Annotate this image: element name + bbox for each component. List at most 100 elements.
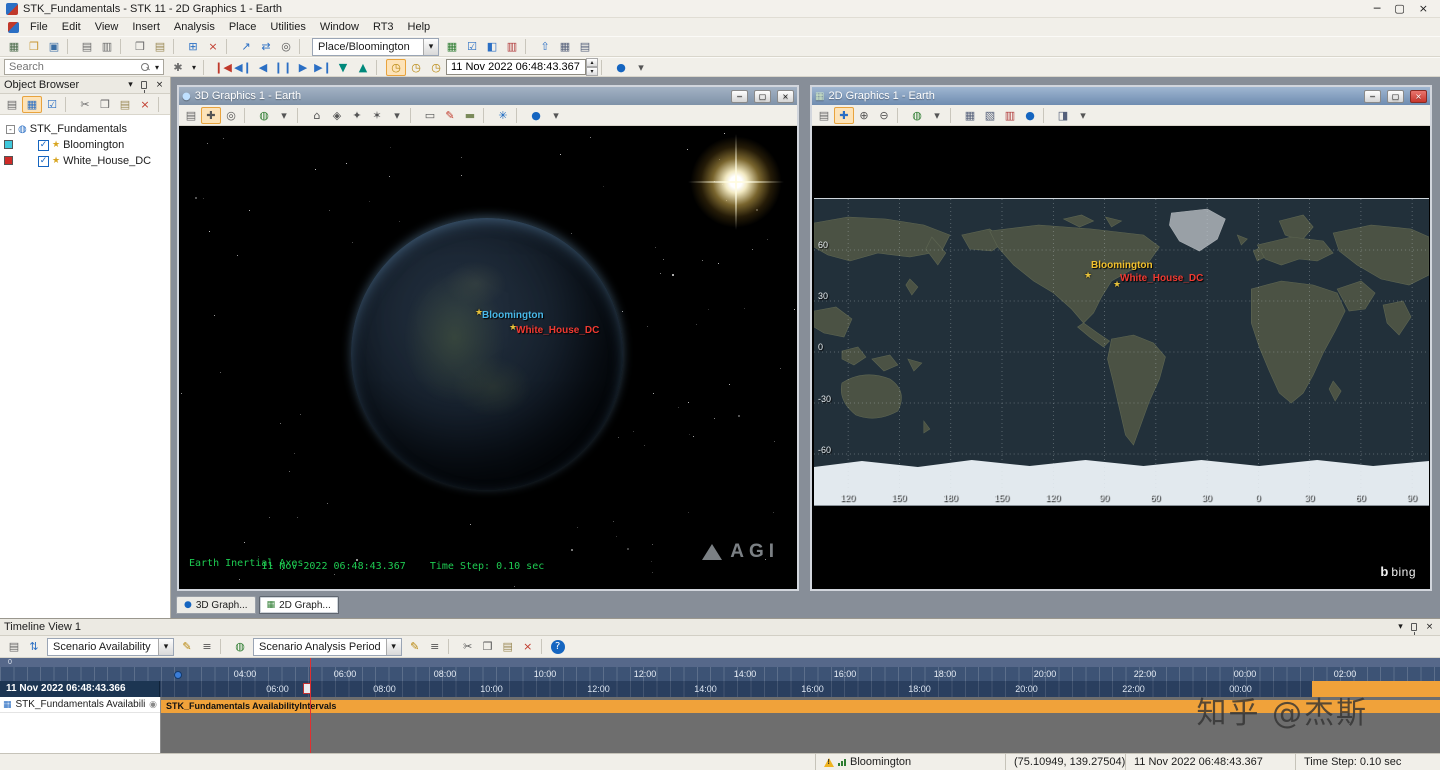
panel-menu-icon[interactable]: ▾ — [124, 80, 137, 90]
tree-root[interactable]: - ◍ STK_Fundamentals — [0, 121, 170, 137]
chevron-down-icon[interactable]: ▾ — [385, 638, 401, 655]
map-check-icon[interactable]: ☑ — [462, 38, 482, 55]
view-from-to-icon[interactable]: ◈ — [327, 107, 347, 124]
search-options-icon[interactable]: ▾ — [151, 59, 163, 76]
minimize-button[interactable]: ─ — [1364, 89, 1381, 103]
tree-node[interactable]: ✓ ★ White_House_DC — [0, 153, 170, 169]
pin-icon[interactable] — [1411, 623, 1417, 635]
report-icon[interactable]: ▤ — [77, 38, 97, 55]
close-button[interactable]: × — [777, 89, 794, 103]
delete-icon[interactable]: × — [518, 638, 538, 655]
window-2d-titlebar[interactable]: ▦ 2D Graphics 1 - Earth ─ ▢ × — [812, 87, 1430, 105]
step-back-icon[interactable]: ◀❙ — [233, 59, 253, 76]
step-forward-icon[interactable]: ▶❙ — [313, 59, 333, 76]
cut-icon[interactable]: ✂ — [458, 638, 478, 655]
cut-icon[interactable]: ✂ — [75, 96, 95, 113]
pause-icon[interactable]: ❙❙ — [273, 59, 293, 76]
dropdown-icon[interactable]: ▾ — [631, 59, 651, 76]
copy-icon[interactable]: ❒ — [478, 638, 498, 655]
edit-icon[interactable]: ✎ — [405, 638, 425, 655]
globe-view-icon[interactable]: ◍ — [907, 107, 927, 124]
chart-red-icon[interactable]: ▥ — [502, 38, 522, 55]
increase-step-icon[interactable]: ▲ — [353, 59, 373, 76]
terrain-image-icon[interactable]: ▦ — [4, 38, 24, 55]
maximize-button[interactable]: ▢ — [1387, 89, 1404, 103]
copy-icon[interactable]: ❒ — [130, 38, 150, 55]
realtime-clock-icon[interactable]: ◷ — [386, 58, 406, 76]
zoom-icon[interactable]: ◎ — [221, 107, 241, 124]
menu-item[interactable]: Utilities — [263, 18, 312, 36]
spin-down-icon[interactable]: ▾ — [586, 67, 598, 76]
node-checkbox[interactable]: ✓ — [38, 139, 49, 151]
timeline-current-time-cursor[interactable] — [310, 658, 311, 754]
node-checkbox[interactable]: ✓ — [38, 155, 49, 167]
maximize-button[interactable]: ▢ — [754, 89, 771, 103]
map-properties-icon[interactable]: ▤ — [814, 107, 834, 124]
grid-icon[interactable]: ▦ — [960, 107, 980, 124]
stored-views-icon[interactable]: ✶ — [367, 107, 387, 124]
menu-item[interactable]: Place — [222, 18, 264, 36]
network-icon[interactable]: ✳ — [493, 107, 513, 124]
window-3d-titlebar[interactable]: ● 3D Graphics 1 - Earth ─ ▢ × — [179, 87, 797, 105]
layers-icon[interactable]: ◨ — [1053, 107, 1073, 124]
pan-icon[interactable]: ✚ — [834, 106, 854, 124]
delete-icon[interactable]: × — [135, 96, 155, 113]
prev-view-icon[interactable]: ✦ — [347, 107, 367, 124]
object-list-icon[interactable]: ▤ — [2, 96, 22, 113]
zoom-out-icon[interactable]: ⊖ — [874, 107, 894, 124]
map-grid-icon[interactable]: ▦ — [442, 38, 462, 55]
spin-up-icon[interactable]: ▴ — [586, 58, 598, 67]
filter-objects-icon[interactable]: ▦ — [22, 95, 42, 113]
search-box[interactable]: ▾ — [4, 59, 164, 75]
menu-item[interactable]: RT3 — [366, 18, 401, 36]
tree-node[interactable]: ✓ ★ Bloomington — [0, 137, 170, 153]
view-properties-icon[interactable]: ▤ — [181, 107, 201, 124]
pin-icon[interactable] — [141, 81, 147, 93]
image-overlay-icon[interactable]: ▧ — [980, 107, 1000, 124]
dropdown-icon[interactable]: ▾ — [274, 107, 294, 124]
tab-2d-graphics[interactable]: ▦ 2D Graph... — [258, 596, 339, 614]
show-checked-icon[interactable]: ☑ — [42, 96, 62, 113]
chevron-down-icon[interactable]: ▾ — [423, 38, 438, 55]
sync-globe-icon[interactable]: ● — [611, 59, 631, 76]
paste-icon[interactable]: ▤ — [498, 638, 518, 655]
gear-dropdown-icon[interactable]: ▾ — [188, 59, 200, 76]
menu-item[interactable]: Window — [313, 18, 366, 36]
play-forward-icon[interactable]: ▶ — [293, 59, 313, 76]
search-input[interactable] — [9, 61, 139, 73]
close-button[interactable]: × — [1419, 2, 1428, 16]
reset-to-start-icon[interactable]: ❙◀ — [213, 59, 233, 76]
globe-blue-icon[interactable]: ● — [1020, 107, 1040, 124]
panel-menu-icon[interactable]: ▾ — [1394, 622, 1407, 632]
dropdown-icon[interactable]: ▾ — [546, 107, 566, 124]
time-spinner[interactable]: ▴ ▾ — [586, 58, 598, 76]
play-backward-icon[interactable]: ◀ — [253, 59, 273, 76]
timeline-overview-ruler[interactable]: 0 — [0, 658, 1440, 667]
save-icon[interactable]: ▣ — [44, 38, 64, 55]
collapse-icon[interactable]: - — [6, 124, 15, 134]
chart-icon[interactable]: ▥ — [1000, 107, 1020, 124]
globe-up-icon[interactable]: ⇧ — [535, 38, 555, 55]
insert-object-icon[interactable]: ⊞ — [183, 38, 203, 55]
menu-item[interactable]: Insert — [125, 18, 167, 36]
target-icon[interactable]: ◎ — [276, 38, 296, 55]
globe-view-icon[interactable]: ◍ — [254, 107, 274, 124]
globe-blue-icon[interactable]: ● — [526, 107, 546, 124]
place-marker-bloomington[interactable]: ★ — [1084, 271, 1092, 281]
measure-icon[interactable]: ▭ — [420, 107, 440, 124]
availability-combo[interactable]: Scenario Availability ▾ — [47, 637, 174, 656]
columns-icon[interactable]: ▦ — [555, 38, 575, 55]
copy-icon[interactable]: ❒ — [95, 96, 115, 113]
object-selector-combo[interactable]: Place/Bloomington ▾ — [312, 37, 439, 56]
arrow-ne-icon[interactable]: ↗ — [236, 38, 256, 55]
menu-item[interactable]: File — [23, 18, 55, 36]
dropdown-icon[interactable]: ▾ — [387, 107, 407, 124]
timeline-ruler-top[interactable]: 04:00 06:00 08:00 10:00 12:00 14:00 16:00 18:00… — [0, 667, 1440, 681]
panel-close-icon[interactable]: × — [153, 80, 166, 90]
paste-icon[interactable]: ▤ — [115, 96, 135, 113]
close-button[interactable]: × — [1410, 89, 1427, 103]
clock-step-icon[interactable]: ◷ — [406, 59, 426, 76]
analysis-period-combo[interactable]: Scenario Analysis Period ▾ — [253, 637, 402, 656]
dropdown-icon[interactable]: ▾ — [1073, 107, 1093, 124]
viewport-2d[interactable]: 60 30 0 -30 -60 120 150 180 150 120 90 60 30 0 30 60 90… — [812, 126, 1430, 589]
